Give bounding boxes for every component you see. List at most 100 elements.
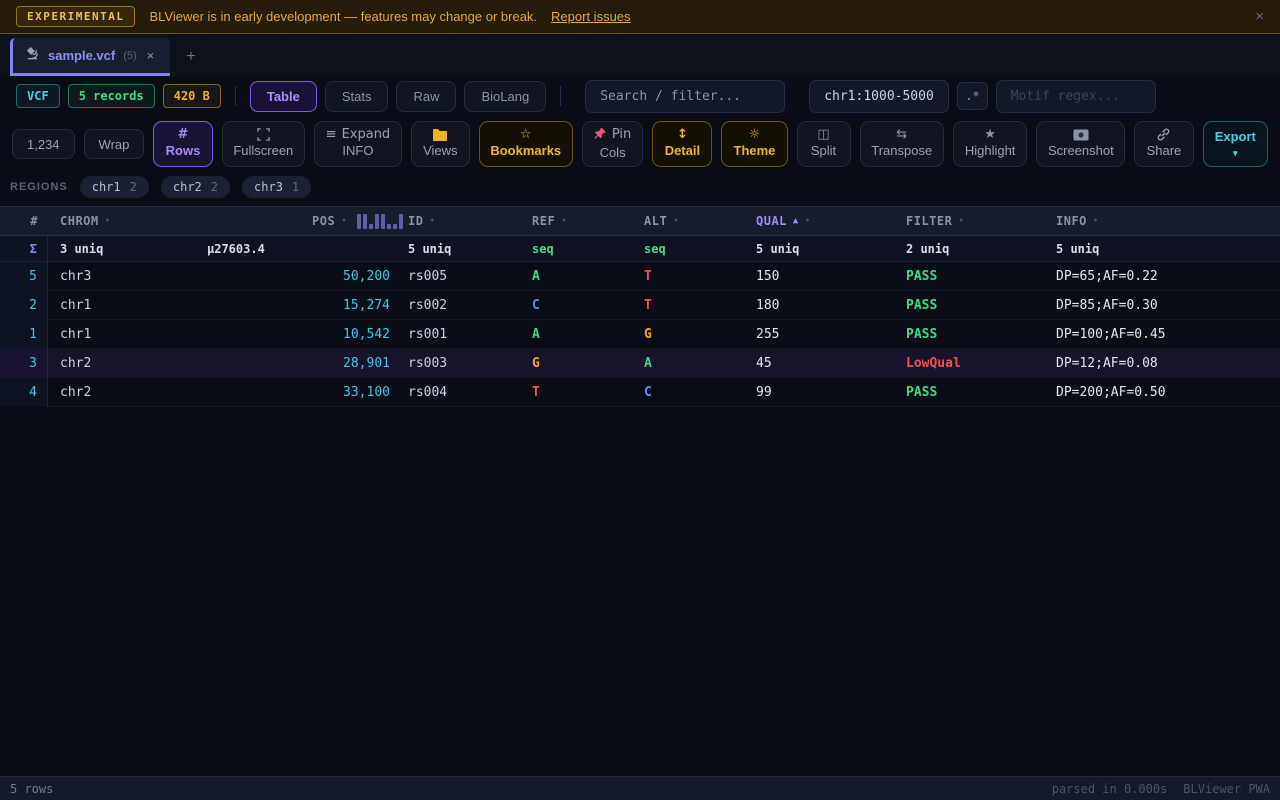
wrap-button[interactable]: Wrap xyxy=(84,129,145,159)
cell-ref: G xyxy=(520,356,632,371)
theme-button[interactable]: ☼ Theme xyxy=(721,121,787,167)
region-chip-chr1[interactable]: chr12 xyxy=(80,176,149,198)
cell-id: rs002 xyxy=(396,298,520,313)
view-tab-biolang[interactable]: BioLang xyxy=(464,81,546,112)
report-issues-link[interactable]: Report issues xyxy=(551,9,630,24)
tab-sample-vcf[interactable]: sample.vcf (5) × xyxy=(10,38,170,76)
table-row[interactable]: 1 chr1 10,542 rs001 A G 255 PASS DP=100;… xyxy=(0,320,1280,349)
table-row[interactable]: 2 chr1 15,274 rs002 C T 180 PASS DP=85;A… xyxy=(0,291,1280,320)
region-chip-chr3[interactable]: chr31 xyxy=(242,176,311,198)
regex-toggle-button[interactable]: .* xyxy=(957,82,987,110)
tab-close-icon[interactable]: × xyxy=(145,48,157,63)
cell-alt: T xyxy=(632,269,744,284)
image-icon xyxy=(1073,129,1089,141)
table-header-row: # CHROM▾ POS▾ ID▾ REF▾ ALT▾ QUAL▲▾ FILTE… xyxy=(0,206,1280,236)
cell-ref: A xyxy=(520,327,632,342)
tab-title: sample.vcf xyxy=(48,48,115,63)
cell-filter: LowQual xyxy=(894,356,1044,371)
cell-alt: A xyxy=(632,356,744,371)
sort-caret-icon: ▾ xyxy=(429,216,435,226)
table-row[interactable]: 3 chr2 28,901 rs003 G A 45 LowQual DP=12… xyxy=(0,349,1280,378)
variant-table: # CHROM▾ POS▾ ID▾ REF▾ ALT▾ QUAL▲▾ FILTE… xyxy=(0,206,1280,776)
cell-id: rs005 xyxy=(396,269,520,284)
column-header-alt[interactable]: ALT▾ xyxy=(632,214,744,228)
rows-button[interactable]: # Rows xyxy=(153,121,212,167)
banner-close-icon[interactable]: × xyxy=(1255,8,1264,25)
view-tab-stats[interactable]: Stats xyxy=(325,81,389,112)
table-row[interactable]: 4 chr2 33,100 rs004 T C 99 PASS DP=200;A… xyxy=(0,378,1280,407)
cell-ref: C xyxy=(520,298,632,313)
column-header-ref[interactable]: REF▾ xyxy=(520,214,632,228)
cell-info: DP=65;AF=0.22 xyxy=(1044,269,1280,284)
folder-icon xyxy=(432,128,448,141)
star-icon: ★ xyxy=(984,128,996,141)
vertical-arrows-icon: ↕ xyxy=(677,128,688,141)
page-size-button[interactable]: 1,234 xyxy=(12,129,75,159)
fullscreen-icon xyxy=(257,128,270,141)
parse-time-status: parsed in 0.000s xyxy=(1052,782,1168,796)
region-chip-chr2[interactable]: chr22 xyxy=(161,176,230,198)
share-button[interactable]: Share xyxy=(1134,121,1193,167)
banner-message: BLViewer is in early development — featu… xyxy=(149,9,537,24)
row-index: 2 xyxy=(0,291,48,320)
highlight-button[interactable]: ★ Highlight xyxy=(953,121,1027,167)
toolbar-actions: 1,234 Wrap # Rows Fullscreen ≡Expand INF… xyxy=(0,116,1280,172)
cell-info: DP=12;AF=0.08 xyxy=(1044,356,1280,371)
summary-ref: seq xyxy=(520,242,632,256)
regions-label: REGIONS xyxy=(10,181,68,193)
motif-regex-input[interactable] xyxy=(996,80,1156,113)
filesize-badge: 420 B xyxy=(163,84,221,108)
split-pane-icon: ◫ xyxy=(817,128,829,141)
column-header-pos[interactable]: POS▾ xyxy=(300,213,396,229)
hash-icon: # xyxy=(178,128,189,141)
cell-filter: PASS xyxy=(894,327,1044,342)
cell-filter: PASS xyxy=(894,269,1044,284)
app-name-status: BLViewer PWA xyxy=(1183,782,1270,796)
list-icon: ≡ xyxy=(326,128,337,141)
search-input[interactable] xyxy=(585,80,785,113)
region-input[interactable] xyxy=(809,80,949,113)
expand-info-button[interactable]: ≡Expand INFO xyxy=(314,121,402,167)
sort-caret-icon: ▾ xyxy=(561,216,567,226)
pin-cols-button[interactable]: Pin Cols xyxy=(582,121,644,167)
views-button[interactable]: Views xyxy=(411,121,470,167)
view-tab-table[interactable]: Table xyxy=(250,81,317,112)
split-button[interactable]: ◫ Split xyxy=(797,121,851,167)
cell-info: DP=200;AF=0.50 xyxy=(1044,385,1280,400)
tab-record-count: (5) xyxy=(123,50,136,62)
pin-icon xyxy=(594,127,607,143)
export-button[interactable]: Export ▾ xyxy=(1203,121,1268,167)
cell-id: rs001 xyxy=(396,327,520,342)
column-header-filter[interactable]: FILTER▾ xyxy=(894,214,1044,228)
view-tab-raw[interactable]: Raw xyxy=(396,81,456,112)
fullscreen-button[interactable]: Fullscreen xyxy=(222,121,305,167)
cell-pos: 50,200 xyxy=(300,269,396,284)
transpose-button[interactable]: ⇆ Transpose xyxy=(860,121,944,167)
column-header-info[interactable]: INFO▾ xyxy=(1044,214,1280,228)
summary-alt: seq xyxy=(632,242,744,256)
screenshot-button[interactable]: Screenshot xyxy=(1036,121,1125,167)
sort-caret-icon: ▾ xyxy=(341,216,347,226)
bookmarks-button[interactable]: ☆ Bookmarks xyxy=(479,121,573,167)
cell-filter: PASS xyxy=(894,298,1044,313)
cell-ref: A xyxy=(520,269,632,284)
column-header-id[interactable]: ID▾ xyxy=(396,214,520,228)
cell-ref: T xyxy=(520,385,632,400)
summary-row: Σ 3 uniq µ27603.4 5 uniq seq seq 5 uniq … xyxy=(0,236,1280,262)
format-badge: VCF xyxy=(16,84,60,108)
tab-bar: sample.vcf (5) × + xyxy=(0,34,1280,76)
cell-qual: 45 xyxy=(744,356,894,371)
toolbar-primary: VCF 5 records 420 B Table Stats Raw BioL… xyxy=(0,76,1280,116)
cell-pos: 15,274 xyxy=(300,298,396,313)
table-row[interactable]: 5 chr3 50,200 rs005 A T 150 PASS DP=65;A… xyxy=(0,262,1280,291)
swap-arrows-icon: ⇆ xyxy=(896,128,907,141)
cell-chrom: chr1 xyxy=(48,298,300,313)
column-header-chrom[interactable]: CHROM▾ xyxy=(48,214,300,228)
new-tab-button[interactable]: + xyxy=(170,48,211,76)
row-count-status: 5 rows xyxy=(10,782,53,796)
detail-button[interactable]: ↕ Detail xyxy=(652,121,712,167)
sort-asc-icon: ▲ xyxy=(793,216,799,226)
sun-icon: ☼ xyxy=(749,128,761,141)
cell-chrom: chr2 xyxy=(48,385,300,400)
column-header-qual[interactable]: QUAL▲▾ xyxy=(744,214,894,228)
